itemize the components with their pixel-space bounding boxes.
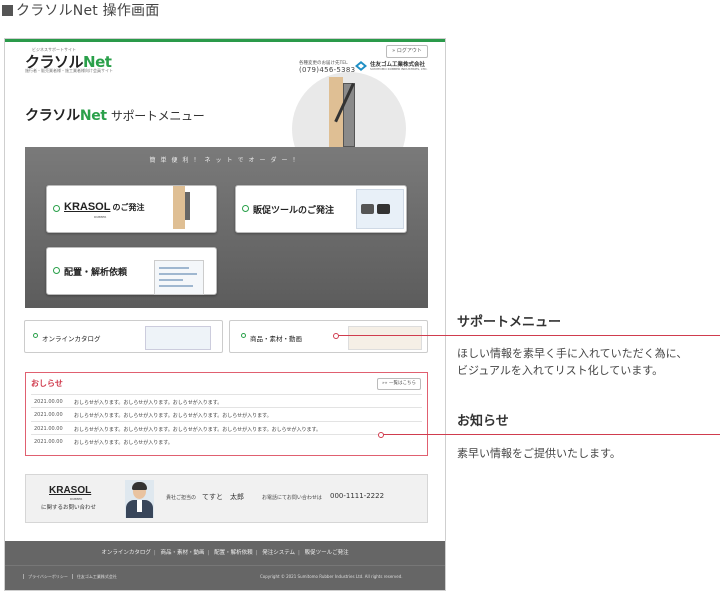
news-item[interactable]: 2021.00.00 おしらせが入ります。おしらせが入ります。おしらせが入ります。… — [31, 421, 422, 435]
page-title-brand: クラソル — [25, 108, 80, 124]
promo-tools-label: 販促ツールのご発注 — [253, 206, 335, 216]
page-title-sub: サポートメニュー — [110, 109, 205, 123]
footer-link-layout[interactable]: 配置・解析依頼 — [214, 550, 253, 556]
annotation-dot-news — [378, 432, 384, 438]
krasol-order-label: のご発注 — [112, 203, 145, 212]
phone-number: 000-1111-2222 — [330, 492, 385, 500]
circle-bullet-icon — [242, 205, 249, 212]
staff-avatar — [125, 480, 154, 518]
layout-document-thumbnail — [154, 260, 204, 295]
promo-tools-order-button[interactable]: 販促ツールのご発注 — [235, 185, 407, 233]
news-date: 2021.00.00 — [34, 412, 63, 418]
catalog-thumbnail — [145, 326, 211, 350]
annotation-support-desc-line2: ビジュアルを入れてリスト化しています。 — [457, 364, 664, 377]
news-text: おしらせが入ります。おしらせが入ります。 — [74, 440, 173, 446]
footer-divider — [5, 565, 445, 566]
annotation-line-news — [383, 434, 720, 435]
damper-thumbnail — [173, 186, 185, 229]
products-thumbnail — [348, 326, 422, 350]
logo-subtitle: 施行者・販売業者様・施工業者様向け会員サイト — [25, 68, 113, 73]
krasol-logo-sub: RUBBER — [94, 215, 107, 219]
footer-policy-links: プライバシーポリシー 住友ゴム工業株式会社 — [23, 574, 121, 580]
damper-thumbnail-plate — [185, 192, 190, 220]
news-text: おしらせが入ります。おしらせが入ります。おしらせが入ります。おしらせが入ります。 — [74, 413, 272, 419]
news-title: おしらせ — [31, 379, 63, 388]
privacy-policy-link[interactable]: プライバシーポリシー — [23, 574, 72, 579]
annotation-news-title: お知らせ — [457, 414, 509, 429]
krasol-order-button[interactable]: KRASOL のご発注 RUBBER — [46, 185, 217, 233]
logout-button[interactable]: » ログアウト — [386, 45, 428, 58]
footer-link-order-system[interactable]: 発注システム — [262, 550, 295, 556]
circle-bullet-icon — [241, 333, 246, 338]
contact-box: KRASOL RUBBER に関するお問い合わせ 貴社ご担当の てすと 太郎 お… — [25, 474, 428, 523]
annotation-news-desc: 素早い情報をご提供いたします。 — [457, 447, 621, 460]
copyright-text: Copyright © 2021 Sumitomo Rubber Industr… — [260, 574, 403, 579]
site-screenshot: ビジネスサポートサイト クラソルNet 施行者・販売業者様・施工業者様向け会員サ… — [4, 38, 446, 591]
news-text: おしらせが入ります。おしらせが入ります。おしらせが入ります。 — [74, 400, 223, 406]
circle-bullet-icon — [33, 333, 38, 338]
online-catalog-label: オンラインカタログ — [42, 335, 101, 343]
corporate-logo-icon — [355, 61, 367, 71]
corporate-link[interactable]: 住友ゴム工業株式会社 — [71, 574, 121, 579]
annotation-support-title: サポートメニュー — [457, 315, 562, 330]
staff-label: 貴社ご担当の — [166, 495, 197, 501]
contact-label: に関するお問い合わせ — [41, 505, 97, 511]
news-section: おしらせ »» 一覧はこちら 2021.00.00 おしらせが入ります。おしらせが… — [25, 372, 428, 456]
annotation-line-support — [338, 335, 720, 336]
news-date: 2021.00.00 — [34, 439, 63, 445]
contact-krasol-sub: RUBBER — [70, 497, 83, 501]
promo-tools-thumbnail — [356, 189, 404, 229]
news-text: おしらせが入ります。おしらせが入ります。おしらせが入ります。おしらせが入ります。… — [74, 427, 322, 433]
circle-bullet-icon — [53, 267, 60, 274]
phone-label: お電話にてお問い合わせは — [262, 495, 322, 501]
news-date: 2021.00.00 — [34, 399, 63, 405]
banner-title: 簡単便利！ネットでオーダー！ — [149, 157, 304, 164]
contact-krasol-logo: KRASOL — [49, 485, 92, 496]
layout-analysis-request-button[interactable]: 配置・解析依頼 — [46, 247, 217, 295]
staff-name: てすと 太郎 — [202, 493, 244, 501]
square-bullet-icon — [2, 5, 13, 16]
footer-link-promo[interactable]: 販促ツールご発注 — [305, 550, 349, 556]
layout-analysis-label: 配置・解析依頼 — [64, 268, 128, 278]
news-item[interactable]: 2021.00.00 おしらせが入ります。おしらせが入ります。おしらせが入ります。 — [31, 394, 422, 408]
screenshot-caption: クラソルNet 操作画面 — [2, 0, 159, 20]
caption-text: クラソルNet 操作画面 — [16, 3, 160, 19]
page-title-net: Net — [79, 108, 107, 124]
news-item[interactable]: 2021.00.00 おしらせが入ります。おしらせが入ります。おしらせが入ります。… — [31, 407, 422, 421]
circle-bullet-icon — [53, 205, 60, 212]
news-date: 2021.00.00 — [34, 426, 63, 432]
footer-link-catalog[interactable]: オンラインカタログ — [101, 550, 151, 556]
corporate-name-en: SUMITOMO RUBBER INDUSTRIES, LTD. — [370, 67, 428, 71]
online-catalog-link[interactable]: オンラインカタログ — [24, 320, 223, 353]
annotation-support-desc-line1: ほしい情報を素早く手に入れていただく為に、 — [457, 347, 688, 360]
krasol-logo: KRASOL — [64, 201, 111, 213]
footer-link-products[interactable]: 商品・素材・動画 — [160, 550, 204, 556]
products-materials-videos-link[interactable]: 商品・素材・動画 — [229, 320, 428, 353]
news-item[interactable]: 2021.00.00 おしらせが入ります。おしらせが入ります。 — [31, 434, 422, 448]
page-title: クラソルNet サポートメニュー — [25, 105, 205, 125]
footer-nav: オンラインカタログ | 商品・素材・動画 | 配置・解析依頼 | 発注システム | 販促… — [101, 550, 349, 556]
annotation-dot-support — [333, 333, 339, 339]
products-label: 商品・素材・動画 — [250, 335, 302, 343]
top-accent-line — [5, 39, 445, 42]
site-footer: オンラインカタログ | 商品・素材・動画 | 配置・解析依頼 | 発注システム | 販促… — [5, 541, 445, 590]
news-list-button[interactable]: »» 一覧はこちら — [377, 378, 421, 390]
